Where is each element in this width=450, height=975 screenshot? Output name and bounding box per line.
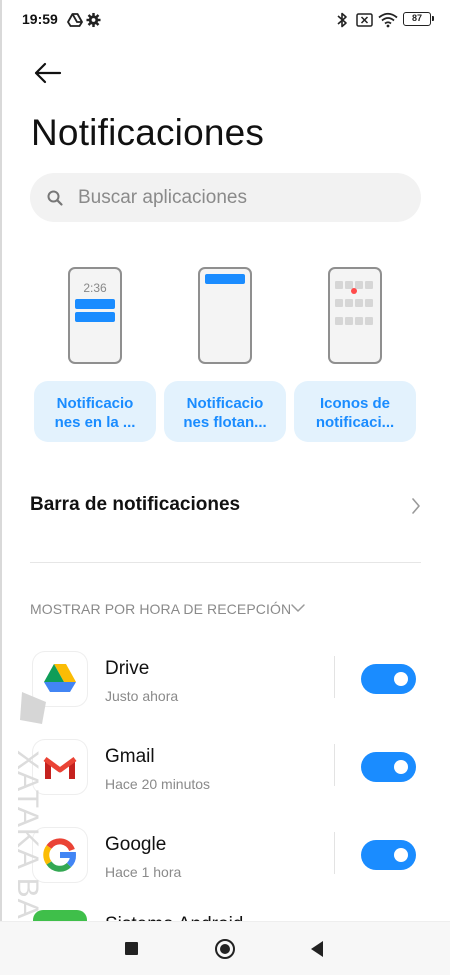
chevron-down-icon[interactable]: [290, 603, 306, 613]
floating-bar-shape: [205, 274, 245, 284]
notification-icons-button[interactable]: Iconos de notificaci...: [294, 381, 416, 442]
app-timestamp: Hace 20 minutos: [105, 776, 211, 792]
bluetooth-icon: [337, 12, 347, 28]
app-name: Gmail: [105, 746, 155, 767]
chevron-right-icon: [412, 498, 420, 514]
notification-bar-shape: [75, 312, 115, 322]
notifications-toggle[interactable]: [361, 664, 416, 694]
notification-bar-shape: [75, 299, 115, 309]
battery-icon: 87: [403, 12, 434, 26]
notification-bar-row[interactable]: Barra de notificaciones: [30, 488, 421, 522]
preview-clock: 2:36: [83, 281, 107, 295]
back-icon[interactable]: [311, 941, 323, 957]
floating-notifications-button[interactable]: Notificacio nes flotan...: [164, 381, 286, 442]
notification-icons-illustration[interactable]: [328, 267, 382, 364]
app-timestamp: Hace 1 hora: [105, 864, 182, 880]
app-row-drive[interactable]: Drive Justo ahora: [0, 644, 450, 732]
search-icon: [47, 190, 63, 206]
status-bar: 19:59 87: [0, 0, 450, 40]
drive-sync-icon: [67, 13, 83, 27]
divider: [30, 562, 421, 563]
home-icon[interactable]: [215, 939, 235, 959]
row-separator: [334, 832, 335, 874]
row-separator: [334, 656, 335, 698]
app-name: Drive: [105, 658, 150, 679]
search-bar[interactable]: [30, 173, 421, 222]
lockscreen-notification-illustration[interactable]: 2:36: [68, 267, 122, 364]
status-time: 19:59: [22, 11, 58, 27]
app-name: Google: [105, 834, 167, 855]
sort-mode-label[interactable]: MOSTRAR POR HORA DE RECEPCIÓN: [30, 601, 291, 617]
lockscreen-notifications-button[interactable]: Notificacio nes en la ...: [34, 381, 156, 442]
navigation-bar: [0, 921, 450, 975]
toggle-knob: [394, 672, 408, 686]
notification-bar-label: Barra de notificaciones: [30, 494, 241, 515]
row-separator: [334, 744, 335, 786]
floating-notification-illustration[interactable]: [198, 267, 252, 364]
app-grid-shape: [334, 278, 378, 332]
page-title: Notificaciones: [31, 112, 265, 153]
search-input[interactable]: [78, 185, 398, 211]
wifi-icon: [378, 12, 398, 28]
toggle-knob: [394, 848, 408, 862]
app-timestamp: Justo ahora: [105, 688, 179, 704]
badge-dot: [351, 288, 357, 294]
app-row-gmail[interactable]: Gmail Hace 20 minutos: [0, 732, 450, 820]
recents-icon[interactable]: [125, 942, 138, 955]
notifications-toggle[interactable]: [361, 752, 416, 782]
settings-gear-icon: [86, 12, 101, 28]
toggle-knob: [394, 760, 408, 774]
no-sim-icon: [356, 13, 373, 27]
notifications-toggle[interactable]: [361, 840, 416, 870]
arrow-left-icon[interactable]: [30, 58, 66, 88]
app-row-google[interactable]: Google Hace 1 hora: [0, 820, 450, 908]
